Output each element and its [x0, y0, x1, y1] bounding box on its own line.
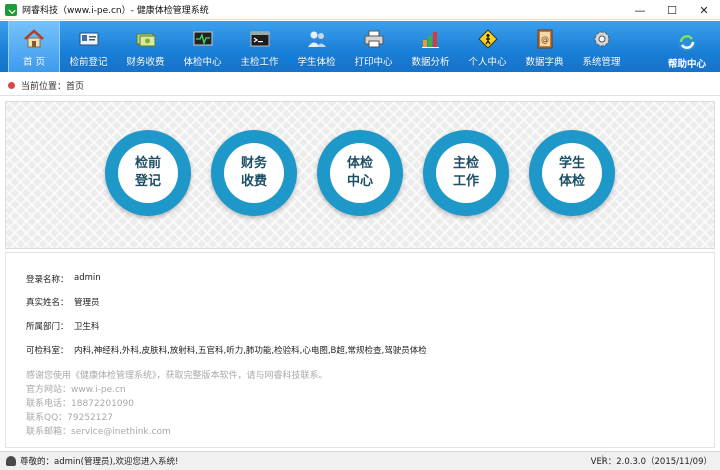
shortcut-banner: 检前 登记 财务 收费 体检 中心 主检 工作 学生 体检 [5, 101, 715, 249]
shortcut-registration-line1: 检前 [134, 156, 161, 171]
real-name-label: 真实姓名： [26, 298, 69, 308]
toolbar-print-center-button[interactable]: 打印中心 [345, 21, 402, 72]
login-name-row: 登录名称： admin [26, 273, 101, 285]
person-sign-icon [477, 28, 499, 50]
shortcut-registration-label: 检前 登记 [118, 143, 178, 203]
book-icon: @ [534, 28, 556, 50]
status-bar: 尊敬的：admin(管理员),欢迎您进入系统! | VER：2.0.3.0（20… [0, 451, 720, 470]
notice-thanks: 感谢您使用《健康体检管理系统》，获取完整版本软件，请与网睿科技联系。 [26, 371, 328, 381]
id-card-icon [78, 28, 100, 50]
toolbar-print-center-label: 打印中心 [354, 57, 393, 68]
shortcut-finance-button[interactable]: 财务 收费 [211, 130, 297, 216]
toolbar-registration-label: 检前登记 [69, 57, 108, 68]
shortcut-finance-line1: 财务 [240, 156, 267, 171]
department-label: 所属部门： [26, 322, 69, 332]
login-name-label: 登录名称： [26, 275, 69, 285]
shortcut-student-exam-button[interactable]: 学生 体检 [529, 130, 615, 216]
toolbar-finance-button[interactable]: 财务收费 [117, 21, 174, 72]
toolbar-data-dictionary-button[interactable]: @ 数据字典 [516, 21, 573, 72]
app-logo-icon [5, 3, 17, 16]
toolbar-system-management-label: 系统管理 [582, 57, 621, 68]
shortcut-registration-button[interactable]: 检前 登记 [105, 130, 191, 216]
notice-email: 联系邮箱：service@inethink.com [26, 427, 171, 437]
notice-qq: 联系QQ：79252127 [26, 413, 113, 423]
breadcrumb-text: 当前位置：首页 [21, 82, 85, 92]
exam-rooms-label: 可检科室： [26, 346, 69, 356]
user-info-panel: 登录名称： admin 真实姓名： 管理员 所属部门： 卫生科 可检科室： 内科… [5, 252, 715, 448]
terminal-icon [249, 28, 271, 50]
toolbar-chief-exam-button[interactable]: 主检工作 [231, 21, 288, 72]
shortcut-student-exam-line2: 体检 [558, 174, 585, 189]
shortcut-exam-center-button[interactable]: 体检 中心 [317, 130, 403, 216]
toolbar-system-management-button[interactable]: 系统管理 [573, 21, 630, 72]
home-icon [23, 28, 45, 50]
maximize-button[interactable]: ☐ [656, 0, 688, 20]
toolbar-student-exam-button[interactable]: 学生体检 [288, 21, 345, 72]
shortcut-chief-exam-line2: 工作 [452, 174, 479, 189]
real-name-value: 管理员 [74, 298, 100, 308]
users-icon [306, 28, 328, 50]
bar-chart-icon [420, 28, 442, 50]
exam-rooms-value: 内科,神经科,外科,皮肤科,放射科,五官科,听力,肺功能,检验科,心电图,B超,… [74, 346, 427, 356]
shortcut-student-exam-label: 学生 体检 [542, 143, 602, 203]
real-name-row: 真实姓名： 管理员 [26, 296, 100, 308]
shortcut-registration-line2: 登记 [134, 174, 161, 189]
help-refresh-icon [676, 31, 698, 53]
notice-phone: 联系电话：18872201090 [26, 399, 134, 409]
gear-icon [591, 28, 613, 50]
contact-notice: 感谢您使用《健康体检管理系统》，获取完整版本软件，请与网睿科技联系。 官方网站：… [26, 369, 328, 439]
toolbar-exam-center-button[interactable]: 体检中心 [174, 21, 231, 72]
notice-website: 官方网站：www.i-pe.cn [26, 385, 126, 395]
department-row: 所属部门： 卫生科 [26, 320, 100, 332]
shortcut-chief-exam-label: 主检 工作 [436, 143, 496, 203]
breadcrumb: 当前位置：首页 [0, 76, 720, 96]
welcome-text: 尊敬的：admin(管理员),欢迎您进入系统! [20, 457, 179, 467]
toolbar-exam-center-label: 体检中心 [183, 57, 222, 68]
svg-text:@: @ [541, 35, 549, 44]
shortcut-finance-label: 财务 收费 [224, 143, 284, 203]
help-center-button[interactable]: 帮助中心 [668, 21, 706, 72]
title-bar: 网睿科技（www.i-pe.cn）- 健康体检管理系统 — ☐ ✕ [0, 0, 720, 20]
toolbar-data-dictionary-label: 数据字典 [525, 57, 564, 68]
shortcut-student-exam-line1: 学生 [558, 156, 585, 171]
shortcut-exam-center-line1: 体检 [346, 156, 373, 171]
toolbar-personal-center-label: 个人中心 [468, 57, 507, 68]
minimize-button[interactable]: — [624, 0, 656, 20]
shortcut-chief-exam-button[interactable]: 主检 工作 [423, 130, 509, 216]
location-dot-icon [8, 82, 15, 89]
shortcut-exam-center-label: 体检 中心 [330, 143, 390, 203]
toolbar-registration-button[interactable]: 检前登记 [60, 21, 117, 72]
toolbar-finance-label: 财务收费 [126, 57, 165, 68]
shortcut-chief-exam-line1: 主检 [452, 156, 479, 171]
toolbar-home-label: 首 页 [22, 57, 46, 68]
exam-rooms-row: 可检科室： 内科,神经科,外科,皮肤科,放射科,五官科,听力,肺功能,检验科,心… [26, 344, 427, 356]
shortcut-exam-center-line2: 中心 [346, 174, 373, 189]
main-toolbar: 首 页 检前登记 财务收费 体检中心 主检工作 学生体检 打印中心 数据分析 个… [0, 21, 720, 72]
shortcut-finance-line2: 收费 [240, 174, 267, 189]
monitor-icon [192, 28, 214, 50]
printer-icon [363, 28, 385, 50]
money-icon [135, 28, 157, 50]
toolbar-data-analysis-label: 数据分析 [411, 57, 450, 68]
close-button[interactable]: ✕ [688, 0, 720, 20]
toolbar-home-button[interactable]: 首 页 [8, 21, 60, 72]
toolbar-chief-exam-label: 主检工作 [240, 57, 279, 68]
window-title: 网睿科技（www.i-pe.cn）- 健康体检管理系统 [22, 6, 209, 16]
toolbar-data-analysis-button[interactable]: 数据分析 [402, 21, 459, 72]
department-value: 卫生科 [74, 322, 100, 332]
toolbar-student-exam-label: 学生体检 [297, 57, 336, 68]
login-name-value: admin [74, 273, 101, 283]
window-controls: — ☐ ✕ [624, 0, 720, 20]
version-text: VER：2.0.3.0（2015/11/09） [590, 457, 712, 467]
help-center-label: 帮助中心 [667, 59, 706, 70]
user-icon [6, 456, 16, 466]
toolbar-personal-center-button[interactable]: 个人中心 [459, 21, 516, 72]
